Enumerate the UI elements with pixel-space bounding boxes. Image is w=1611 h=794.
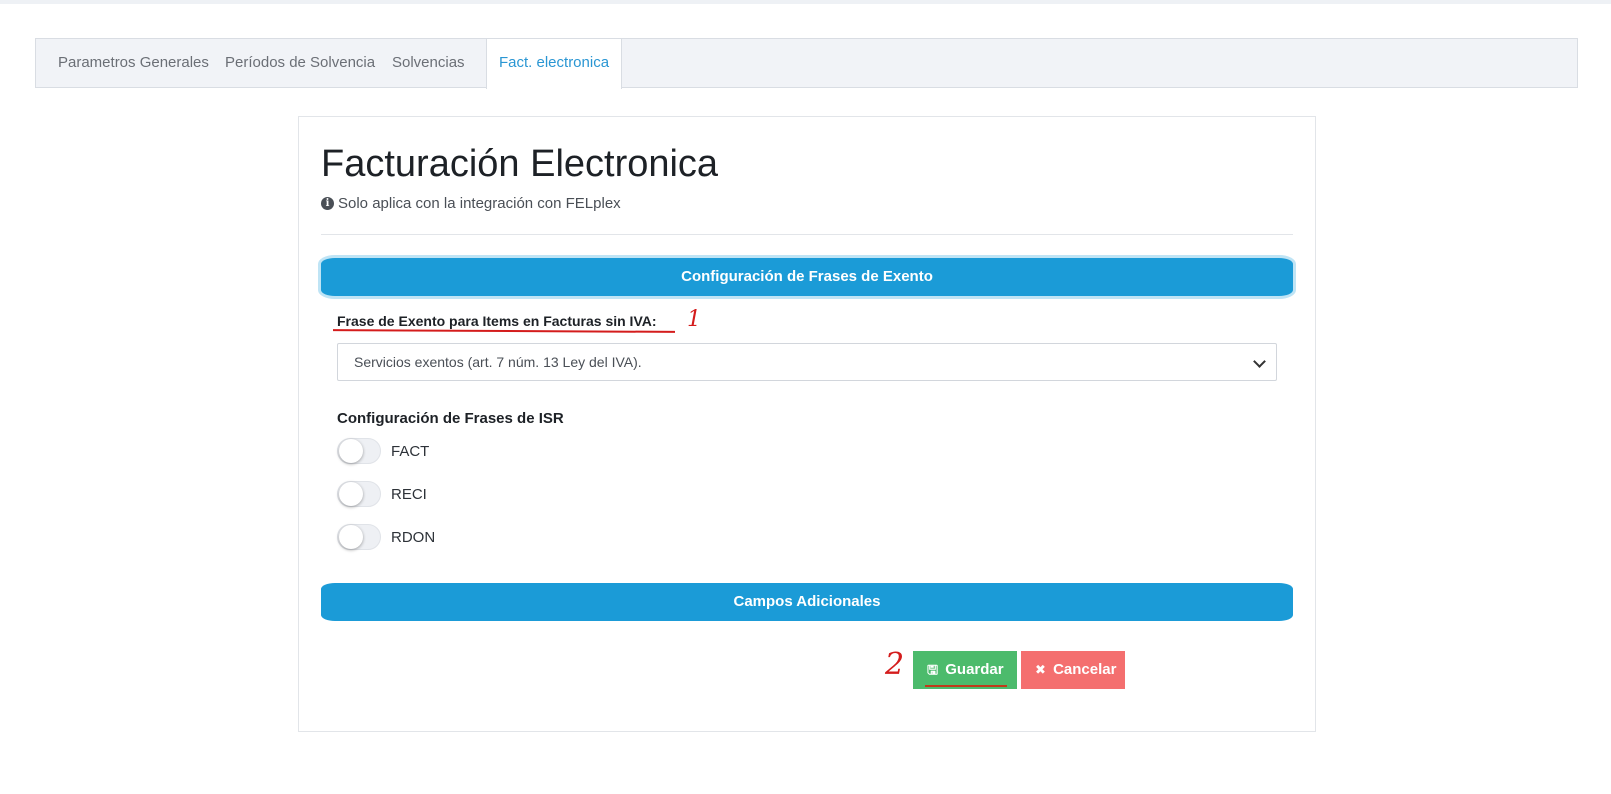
tab-solvencias[interactable]: Solvencias: [380, 39, 477, 87]
annotation-underline-save: [925, 685, 1007, 687]
toggle-label-reci: RECI: [391, 485, 427, 503]
annotation-number-1: 1: [687, 307, 701, 332]
exento-selected-value: Servicios exentos (art. 7 núm. 13 Ley de…: [354, 354, 642, 370]
tab-parametros-generales[interactable]: Parametros Generales: [46, 39, 221, 87]
section-header-exento[interactable]: Configuración de Frases de Exento: [321, 258, 1293, 296]
toggle-knob: [339, 439, 363, 463]
tab-fact-electronica[interactable]: Fact. electronica: [486, 39, 623, 89]
close-icon: ✖: [1035, 662, 1046, 677]
toggle-label-fact: FACT: [391, 442, 430, 460]
page-subtitle: i Solo aplica con la integración con FEL…: [321, 195, 621, 212]
toggle-reci[interactable]: [337, 481, 381, 507]
page-title: Facturación Electronica: [321, 143, 719, 185]
tab-periodos-de-solvencia[interactable]: Períodos de Solvencia: [213, 39, 387, 87]
cancel-button[interactable]: ✖ Cancelar: [1021, 651, 1125, 689]
toggle-label-rdon: RDON: [391, 528, 436, 546]
toggle-knob: [339, 525, 363, 549]
facturacion-card: Facturación Electronica i Solo aplica co…: [298, 116, 1316, 732]
annotation-number-2: 2: [885, 647, 905, 682]
save-button[interactable]: 🖫 Guardar: [913, 651, 1017, 689]
toggle-row-reci: RECI: [337, 480, 427, 508]
cancel-button-label: Cancelar: [1053, 661, 1117, 678]
toggle-fact[interactable]: [337, 438, 381, 464]
annotation-underline: [332, 329, 676, 333]
exento-phrase-select[interactable]: Servicios exentos (art. 7 núm. 13 Ley de…: [337, 343, 1277, 381]
tab-bar: Parametros Generales Períodos de Solvenc…: [35, 38, 1578, 89]
divider: [321, 234, 1293, 235]
top-strip: [0, 0, 1611, 4]
toggle-rdon[interactable]: [337, 524, 381, 550]
info-circle-icon: i: [321, 197, 334, 210]
floppy-disk-icon: 🖫: [927, 662, 939, 677]
toggle-knob: [339, 482, 363, 506]
exento-field-label: Frase de Exento para Items en Facturas s…: [337, 313, 657, 329]
section-header-campos-adicionales[interactable]: Campos Adicionales: [321, 583, 1293, 621]
isr-section-heading: Configuración de Frases de ISR: [337, 410, 564, 427]
save-button-label: Guardar: [945, 661, 1004, 678]
chevron-down-icon: [1253, 355, 1266, 368]
toggle-row-fact: FACT: [337, 437, 429, 465]
toggle-row-rdon: RDON: [337, 523, 435, 551]
subtitle-text: Solo aplica con la integración con FELpl…: [338, 195, 621, 212]
